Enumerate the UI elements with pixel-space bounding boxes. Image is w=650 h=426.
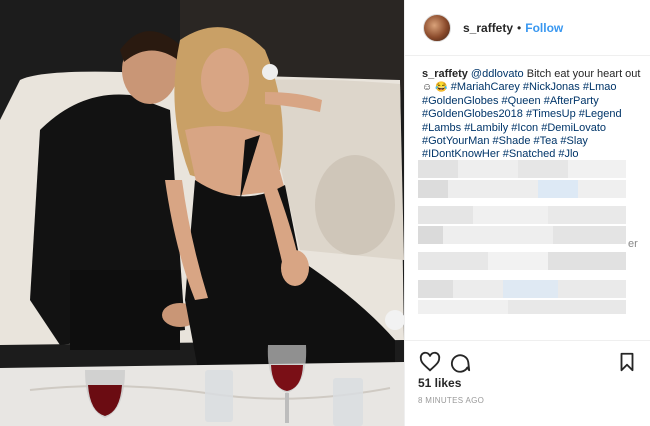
- caption-text: Bitch eat your heart out: [523, 68, 641, 80]
- post-caption: s_raffety @ddlovato Bitch eat your heart…: [422, 68, 644, 162]
- comment-icon[interactable]: [449, 351, 471, 373]
- pixelated-comments: [418, 160, 630, 320]
- post-photo[interactable]: [0, 0, 404, 426]
- post-timestamp[interactable]: 8 MINUTES AGO: [418, 396, 484, 405]
- clipped-comment-text: er: [628, 238, 638, 250]
- caption-hashtags[interactable]: #MariahCarey #NickJonas #Lmao #GoldenGlo…: [422, 81, 622, 160]
- post-header: s_raffety • Follow: [405, 0, 650, 56]
- heart-icon[interactable]: [419, 351, 441, 373]
- action-bar: [404, 340, 650, 380]
- laughing-emoji-icon: 😂: [435, 82, 448, 94]
- caption-mention[interactable]: @ddlovato: [471, 68, 524, 80]
- separator-dot: •: [517, 20, 522, 35]
- caption-username[interactable]: s_raffety: [422, 68, 468, 80]
- likes-count[interactable]: 51 likes: [418, 376, 461, 390]
- header-username[interactable]: s_raffety: [463, 21, 513, 35]
- follow-button[interactable]: Follow: [525, 21, 563, 35]
- bookmark-icon[interactable]: [616, 351, 638, 373]
- smile-emoji-icon: ☺: [422, 82, 433, 94]
- avatar[interactable]: [423, 13, 451, 42]
- photo-illustration: [0, 0, 404, 426]
